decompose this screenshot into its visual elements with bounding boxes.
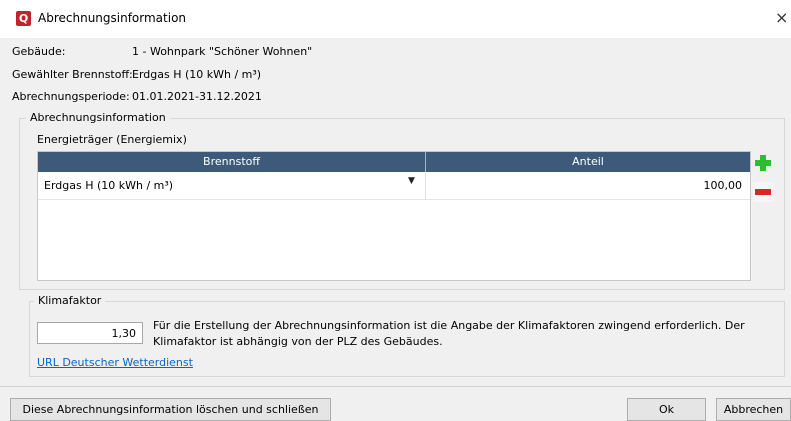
klima-note: Für die Erstellung der Abrechnungsinform… xyxy=(153,319,745,348)
cell-divider xyxy=(425,173,426,199)
app-logo-icon: Q xyxy=(16,11,31,26)
delete-and-close-button[interactable]: Diese Abrechnungsinformation löschen und… xyxy=(10,398,331,421)
title-bar: Q Abrechnungsinformation × xyxy=(0,0,791,38)
plus-icon-vertical xyxy=(760,155,766,171)
grid-header: Brennstoff Anteil xyxy=(38,152,750,172)
add-row-button[interactable] xyxy=(753,153,773,173)
energy-mix-title: Energieträger (Energiemix) xyxy=(37,133,187,146)
energy-grid: Brennstoff Anteil Erdgas H (10 kWh / m³)… xyxy=(37,151,751,281)
dropdown-arrow-icon[interactable]: ▼ xyxy=(408,176,415,186)
fuel-row: Gewählter Brennstoff: xyxy=(12,68,133,81)
table-row[interactable]: Erdgas H (10 kWh / m³) ▼ 100,00 xyxy=(38,173,750,200)
footer-divider xyxy=(0,386,791,387)
fuel-value: Erdgas H (10 kWh / m³) xyxy=(132,68,262,81)
share-cell[interactable]: 100,00 xyxy=(704,179,743,192)
minus-icon xyxy=(755,189,771,195)
klima-group-title: Klimafaktor xyxy=(34,294,106,307)
period-value: 01.01.2021-31.12.2021 xyxy=(132,90,262,103)
klima-factor-input[interactable]: 1,30 xyxy=(37,322,143,344)
column-header-share[interactable]: Anteil xyxy=(426,152,750,172)
dwd-url-link[interactable]: URL Deutscher Wetterdienst xyxy=(37,356,193,369)
billing-info-group-title: Abrechnungsinformation xyxy=(26,111,170,124)
cancel-button[interactable]: Abbrechen xyxy=(716,398,791,421)
fuel-cell[interactable]: Erdgas H (10 kWh / m³) xyxy=(44,179,173,192)
remove-row-button[interactable] xyxy=(753,182,773,202)
period-label: Abrechnungsperiode: xyxy=(12,90,130,103)
building-row: Gebäude: xyxy=(12,45,65,58)
close-icon[interactable]: × xyxy=(775,8,788,27)
fuel-label: Gewählter Brennstoff: xyxy=(12,68,133,81)
building-value: 1 - Wohnpark "Schöner Wohnen" xyxy=(132,45,313,58)
column-header-fuel[interactable]: Brennstoff xyxy=(38,152,425,172)
building-label: Gebäude: xyxy=(12,45,66,58)
period-row: Abrechnungsperiode: xyxy=(12,90,130,103)
window-title: Abrechnungsinformation xyxy=(38,11,187,25)
ok-button[interactable]: Ok xyxy=(627,398,706,421)
